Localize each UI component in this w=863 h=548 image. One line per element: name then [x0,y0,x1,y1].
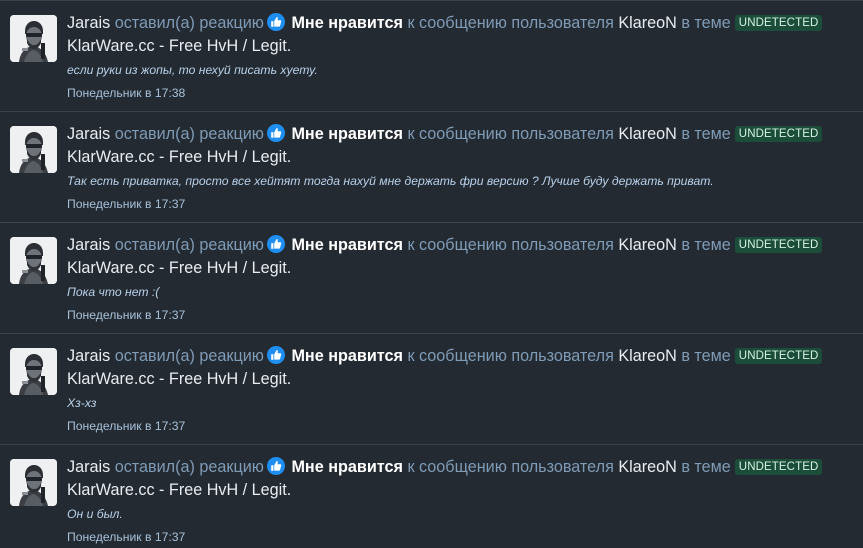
avatar[interactable] [10,348,57,395]
list-item: Jarais оставил(а) реакцию Мне нравится к… [0,333,863,444]
username-link[interactable]: Jarais [67,14,110,32]
thumbs-up-icon [266,13,285,31]
list-item: Jarais оставил(а) реакцию Мне нравится к… [0,444,863,548]
thread-title-link[interactable]: KlarWare.cc - Free HvH / Legit. [67,35,291,58]
thread-title-link[interactable]: KlarWare.cc - Free HvH / Legit. [67,146,291,169]
in-thread-text: в теме [681,347,731,365]
to-message-text: к сообщению пользователя [407,458,614,476]
thread-title-link[interactable]: KlarWare.cc - Free HvH / Legit. [67,368,291,391]
list-item: Jarais оставил(а) реакцию Мне нравится к… [0,111,863,222]
action-text: оставил(а) реакцию [114,125,264,143]
timestamp[interactable]: Понедельник в 17:38 [67,86,185,100]
message-snippet: Пока что нет :( [67,285,160,299]
reaction-name: Мне нравится [291,458,403,476]
username-link[interactable]: Jarais [67,236,110,254]
username-link[interactable]: Jarais [67,458,110,476]
in-thread-text: в теме [681,458,731,476]
reaction-summary: Jarais оставил(а) реакцию Мне нравится к… [67,234,857,257]
reaction-summary: Jarais оставил(а) реакцию Мне нравится к… [67,345,857,368]
message-snippet: Так есть приватка, просто все хейтят тог… [67,174,714,188]
status-badge: UNDETECTED [734,348,823,364]
to-message-text: к сообщению пользователя [407,14,614,32]
status-badge: UNDETECTED [734,15,823,31]
reaction-summary: Jarais оставил(а) реакцию Мне нравится к… [67,123,857,146]
status-badge: UNDETECTED [734,126,823,142]
thumbs-up-icon [266,124,285,142]
thread-title-link[interactable]: KlarWare.cc - Free HvH / Legit. [67,257,291,280]
thread-title-link[interactable]: KlarWare.cc - Free HvH / Legit. [67,479,291,502]
reaction-summary: Jarais оставил(а) реакцию Мне нравится к… [67,456,857,479]
thumbs-up-icon [266,457,285,475]
timestamp[interactable]: Понедельник в 17:37 [67,197,185,211]
in-thread-text: в теме [681,125,731,143]
divider [0,444,863,445]
action-text: оставил(а) реакцию [114,347,264,365]
status-badge: UNDETECTED [734,459,823,475]
avatar[interactable] [10,126,57,173]
avatar[interactable] [10,237,57,284]
divider [0,222,863,223]
to-message-text: к сообщению пользователя [407,236,614,254]
message-link[interactable]: KlareoN [618,347,676,365]
username-link[interactable]: Jarais [67,347,110,365]
action-text: оставил(а) реакцию [114,458,264,476]
list-item: Jarais оставил(а) реакцию Мне нравится к… [0,222,863,333]
thumbs-up-icon [266,235,285,253]
reaction-name: Мне нравится [291,14,403,32]
username-link[interactable]: Jarais [67,125,110,143]
message-snippet: Он и был. [67,507,123,521]
reaction-name: Мне нравится [291,347,403,365]
to-message-text: к сообщению пользователя [407,125,614,143]
in-thread-text: в теме [681,14,731,32]
action-text: оставил(а) реакцию [114,236,264,254]
message-snippet: если руки из жопы, то нехуй писать хуету… [67,63,318,77]
timestamp[interactable]: Понедельник в 17:37 [67,419,185,433]
in-thread-text: в теме [681,236,731,254]
list-item: Jarais оставил(а) реакцию Мне нравится к… [0,0,863,111]
reaction-name: Мне нравится [291,125,403,143]
reaction-summary: Jarais оставил(а) реакцию Мне нравится к… [67,12,857,35]
divider [0,0,863,1]
divider [0,111,863,112]
message-link[interactable]: KlareoN [618,14,676,32]
to-message-text: к сообщению пользователя [407,347,614,365]
message-link[interactable]: KlareoN [618,236,676,254]
timestamp[interactable]: Понедельник в 17:37 [67,308,185,322]
thumbs-up-icon [266,346,285,364]
avatar[interactable] [10,459,57,506]
message-link[interactable]: KlareoN [618,125,676,143]
avatar[interactable] [10,15,57,62]
divider [0,333,863,334]
reaction-feed: Jarais оставил(а) реакцию Мне нравится к… [0,0,863,548]
status-badge: UNDETECTED [734,237,823,253]
message-link[interactable]: KlareoN [618,458,676,476]
action-text: оставил(а) реакцию [114,14,264,32]
timestamp[interactable]: Понедельник в 17:37 [67,530,185,544]
reaction-name: Мне нравится [291,236,403,254]
message-snippet: Хз-хз [67,396,97,410]
